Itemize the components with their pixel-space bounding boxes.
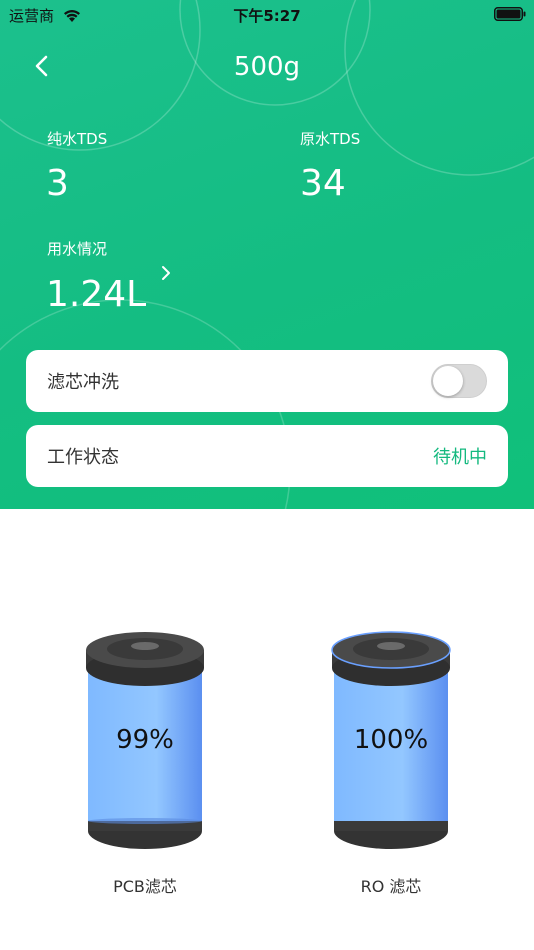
raw-tds-label: 原水TDS bbox=[300, 130, 361, 148]
filter-flush-toggle[interactable] bbox=[431, 364, 487, 398]
filter-flush-label: 滤芯冲洗 bbox=[47, 372, 119, 393]
filter-name: RO 滤芯 bbox=[360, 877, 422, 896]
filter-flush-card: 滤芯冲洗 bbox=[26, 350, 508, 412]
pure-tds-label: 纯水TDS bbox=[47, 130, 108, 148]
chevron-right-icon[interactable] bbox=[158, 264, 174, 282]
page-title: 500g bbox=[233, 52, 301, 82]
filter-name: PCB滤芯 bbox=[113, 877, 177, 896]
usage-label[interactable]: 用水情况 bbox=[47, 238, 107, 259]
battery-icon bbox=[494, 7, 526, 21]
work-status-label: 工作状态 bbox=[47, 447, 119, 468]
usage-value[interactable]: 1.24L bbox=[46, 274, 146, 315]
filter-pcb[interactable]: 99% PCB滤芯 bbox=[80, 628, 210, 898]
pure-tds-value: 3 bbox=[46, 163, 69, 204]
filter-percent: 100% bbox=[353, 725, 429, 755]
clock: 下午5:27 bbox=[233, 7, 301, 25]
filter-percent: 99% bbox=[116, 725, 174, 755]
work-status-card: 工作状态 待机中 bbox=[26, 425, 508, 487]
work-status-value: 待机中 bbox=[433, 447, 487, 468]
filter-ro[interactable]: 100% RO 滤芯 bbox=[326, 628, 456, 898]
status-bar: 运营商 下午5:27 bbox=[0, 0, 534, 30]
raw-tds-value: 34 bbox=[300, 163, 346, 204]
toggle-knob bbox=[433, 366, 463, 396]
